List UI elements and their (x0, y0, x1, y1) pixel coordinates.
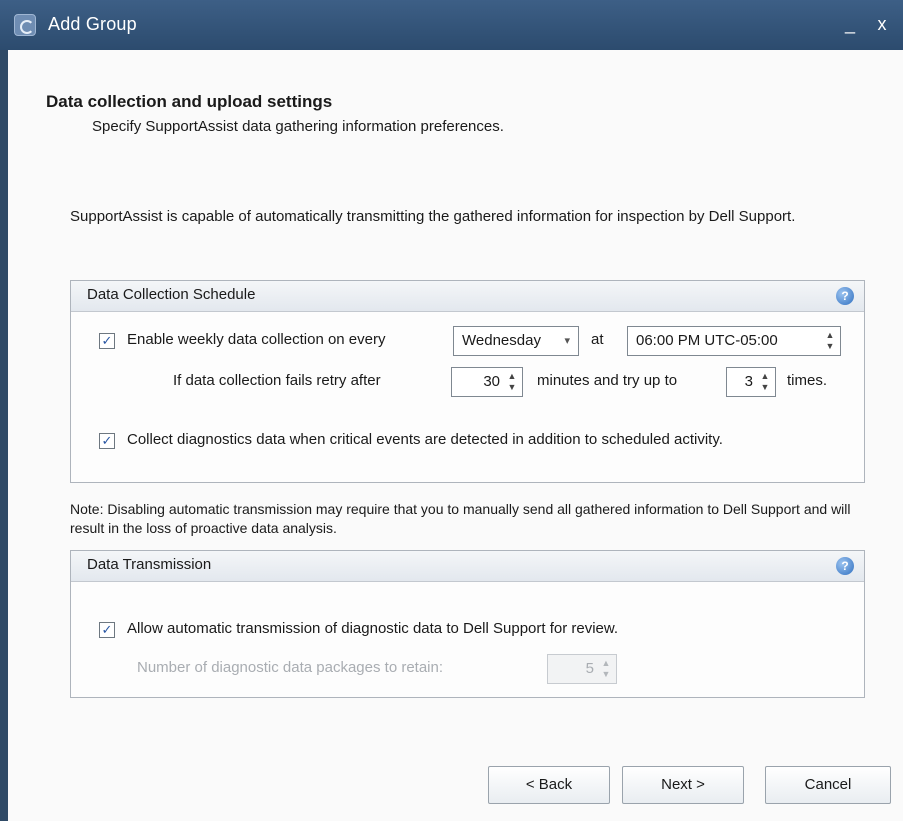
cancel-button[interactable]: Cancel (765, 766, 891, 804)
retry-times-value: 3 (744, 373, 753, 390)
critical-events-label: Collect diagnostics data when critical e… (127, 431, 723, 448)
help-icon[interactable]: ? (836, 287, 854, 305)
spin-down-icon[interactable]: ▼ (826, 341, 835, 351)
spin-up-icon: ▲ (601, 658, 611, 668)
group-header: Data Collection Schedule ? (71, 281, 864, 312)
note-text: Note: Disabling automatic transmission m… (70, 501, 851, 536)
spin-arrows-icon[interactable]: ▲ ▼ (759, 371, 771, 393)
retry-times-spinner[interactable]: 3 ▲ ▼ (726, 367, 776, 397)
intro-text: SupportAssist is capable of automaticall… (70, 208, 796, 225)
page-title: Data collection and upload settings (46, 92, 333, 111)
allow-transmission-label: Allow automatic transmission of diagnost… (127, 620, 619, 637)
next-button[interactable]: Next > (622, 766, 744, 804)
spin-arrows-icon[interactable]: ▲ ▼ (506, 371, 518, 393)
spin-arrows-icon: ▲ ▼ (600, 658, 612, 680)
day-dropdown[interactable]: Wednesday ▾ (453, 326, 579, 356)
retain-packages-value: 5 (585, 660, 594, 677)
retain-packages-spinner: 5 ▲ ▼ (547, 654, 617, 684)
minimize-button[interactable]: _ (840, 14, 860, 34)
help-icon[interactable]: ? (836, 557, 854, 575)
close-button[interactable]: x (872, 14, 892, 34)
data-transmission-group: Data Transmission ? ✓ Allow automatic tr… (70, 550, 865, 698)
spin-up-icon[interactable]: ▲ (826, 330, 835, 340)
back-button[interactable]: < Back (488, 766, 610, 804)
group-title: Data Transmission (87, 556, 212, 573)
title-bar: Add Group _ x (0, 0, 903, 50)
group-header: Data Transmission ? (71, 551, 864, 582)
enable-weekly-label: Enable weekly data collection on every (127, 331, 386, 348)
retry-minutes-value: 30 (483, 373, 500, 390)
critical-events-checkbox[interactable]: ✓ (99, 433, 115, 449)
page-subtitle: Specify SupportAssist data gathering inf… (92, 118, 504, 135)
allow-transmission-checkbox[interactable]: ✓ (99, 622, 115, 638)
window-title: Add Group (48, 14, 137, 34)
app-icon (14, 14, 36, 36)
try-up-to-label: minutes and try up to (537, 372, 678, 389)
data-collection-schedule-group: Data Collection Schedule ? ✓ Enable week… (70, 280, 865, 483)
times-label: times. (787, 372, 828, 389)
retry-label: If data collection fails retry after (173, 372, 381, 389)
enable-weekly-checkbox[interactable]: ✓ (99, 333, 115, 349)
at-label: at (591, 331, 604, 348)
add-group-dialog: Add Group _ x Data collection and upload… (0, 0, 903, 821)
spin-up-icon[interactable]: ▲ (761, 371, 770, 381)
spin-down-icon: ▼ (601, 669, 611, 679)
retain-packages-label: Number of diagnostic data packages to re… (137, 659, 444, 676)
time-value: 06:00 PM UTC-05:00 (636, 332, 778, 349)
spin-arrows-icon[interactable]: ▲ ▼ (824, 330, 836, 352)
spin-down-icon[interactable]: ▼ (761, 382, 770, 392)
spin-up-icon[interactable]: ▲ (508, 371, 517, 381)
chevron-down-icon: ▾ (564, 335, 570, 347)
day-value: Wednesday (462, 332, 541, 349)
group-title: Data Collection Schedule (87, 286, 256, 303)
spin-down-icon[interactable]: ▼ (508, 382, 517, 392)
retry-minutes-spinner[interactable]: 30 ▲ ▼ (451, 367, 523, 397)
time-spinner[interactable]: 06:00 PM UTC-05:00 ▲ ▼ (627, 326, 841, 356)
